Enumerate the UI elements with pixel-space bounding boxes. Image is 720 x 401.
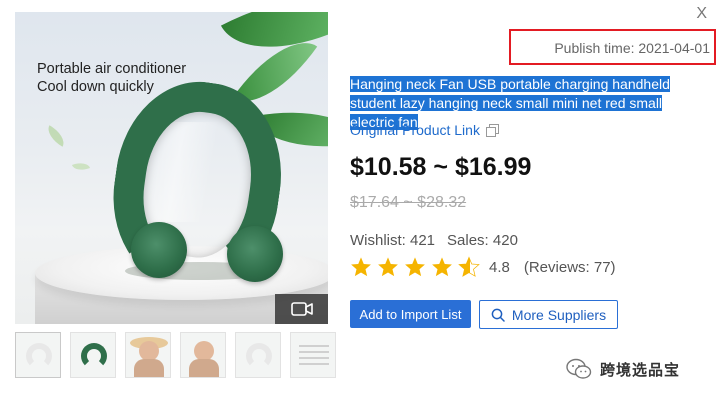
thumbnail-strip: [15, 332, 336, 378]
more-suppliers-button[interactable]: More Suppliers: [479, 300, 618, 329]
add-to-import-list-button[interactable]: Add to Import List: [350, 300, 471, 328]
product-stats: Wishlist: 421 Sales: 420: [350, 232, 518, 249]
thumb-body-graphic: [134, 359, 164, 377]
star-icon: [351, 257, 371, 277]
wishlist-count: Wishlist: 421: [350, 232, 436, 249]
publish-time: Publish time: 2021-04-01: [554, 40, 710, 56]
ad-text-line2: Cool down quickly: [37, 79, 154, 95]
close-button[interactable]: X: [696, 5, 707, 23]
thumbnail-4[interactable]: [180, 332, 226, 378]
thumb-person-graphic: [194, 341, 214, 361]
original-product-link[interactable]: Original Product Link: [350, 122, 499, 138]
price-range: $10.58 ~ $16.99: [350, 153, 532, 181]
rating-value: 4.8: [489, 258, 510, 276]
original-price-range: $17.64 ~ $28.32: [350, 194, 467, 211]
video-camera-icon: [290, 302, 313, 316]
thumb-person-graphic: [139, 341, 159, 361]
wechat-icon: [566, 358, 592, 379]
search-icon: [491, 308, 505, 322]
thumb-spec-graphic: [299, 345, 329, 367]
thumbnail-5[interactable]: [235, 332, 281, 378]
sales-count: Sales: 420: [447, 232, 518, 249]
original-link-label: Original Product Link: [350, 122, 480, 138]
thumbnail-6[interactable]: [290, 332, 336, 378]
thumb-body-graphic: [189, 359, 219, 377]
more-suppliers-label: More Suppliers: [511, 306, 607, 323]
leaf-decoration: [43, 125, 69, 147]
product-main-image[interactable]: Portable air conditioner Cool down quick…: [15, 12, 328, 324]
thumb-fan-graphic: [246, 343, 272, 369]
watermark: 跨境选品宝: [566, 358, 680, 380]
star-icon: [432, 257, 452, 277]
reviews-count: (Reviews: 77): [523, 258, 616, 276]
star-icon: [405, 257, 425, 277]
thumbnail-1[interactable]: [15, 332, 61, 378]
thumbnail-2[interactable]: [70, 332, 116, 378]
video-play-button[interactable]: [275, 294, 328, 324]
star-icon: [378, 257, 398, 277]
thumb-fan-graphic: [26, 343, 52, 369]
fan-head-right: [227, 226, 283, 282]
ad-text-line1: Portable air conditioner: [37, 61, 187, 77]
rating-row: 4.8 (Reviews: 77): [350, 256, 616, 278]
watermark-text: 跨境选品宝: [600, 361, 681, 379]
copy-icon[interactable]: [485, 123, 499, 137]
fan-head-left: [131, 222, 187, 278]
half-star-icon: [458, 256, 480, 277]
leaf-decoration: [71, 159, 91, 174]
thumbnail-3[interactable]: [125, 332, 171, 378]
thumb-fan-graphic: [81, 343, 107, 369]
